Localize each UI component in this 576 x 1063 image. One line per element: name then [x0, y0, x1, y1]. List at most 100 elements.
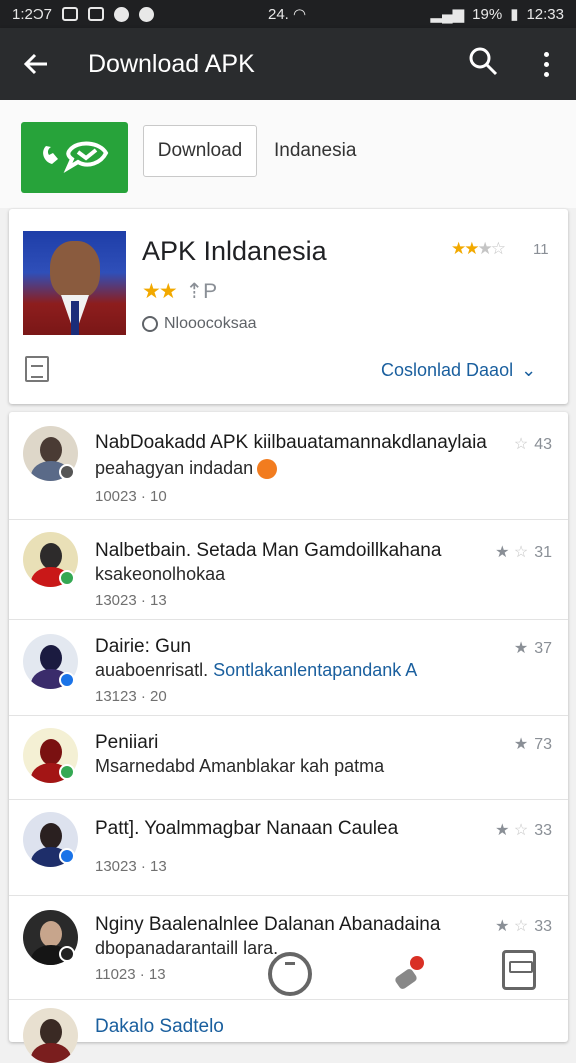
badge-icon [59, 464, 75, 480]
review-row[interactable]: Peniiari Msarnedabd Amanblakar kah patma… [9, 716, 568, 800]
battery-icon: ▮ [510, 6, 519, 23]
notification-icon [114, 6, 130, 22]
star-icon: ★ [495, 822, 510, 839]
review-date: 11023 · 13 [95, 966, 166, 983]
star-empty-icon: ★☆ [477, 239, 506, 258]
review-rating: ☆ 43 [514, 434, 552, 454]
review-subtitle-accent: Sontlakanlentapandank A [213, 660, 418, 680]
back-arrow-icon [23, 53, 47, 75]
badge-icon [59, 672, 75, 688]
app-photo [23, 231, 126, 335]
status-bar: 1:2Ɔ7 24. ◠ ▂▄▆ 19% ▮ 12:33 [0, 0, 576, 28]
rating-value: 31 [534, 544, 552, 561]
review-row[interactable]: Nalbetbain. Setada Man Gamdoillkahana ks… [9, 520, 568, 620]
review-title: Nginy Baalenalnlee Dalanan Abanadaina [95, 914, 441, 935]
app-stars: ★★ ⇡P [142, 279, 217, 304]
app-logo[interactable] [21, 122, 128, 193]
status-signal-text: 24. [268, 6, 289, 23]
camera-icon [88, 7, 105, 21]
star-empty-icon: ☆ [513, 436, 529, 453]
rating-value: 33 [534, 822, 552, 839]
clock-icon [142, 316, 158, 332]
thumbs-icon: ⇡P [185, 280, 218, 303]
chevron-down-icon: ⌄ [521, 360, 537, 380]
review-date: 10023 · 10 [95, 488, 167, 505]
rating-value: 73 [534, 736, 552, 753]
review-title: Peniiari [95, 732, 159, 753]
app-meta: Nlooocoksaa [142, 315, 257, 333]
menu-dot [543, 71, 549, 77]
menu-dot [543, 51, 549, 57]
mic-icon [393, 967, 419, 991]
review-row[interactable]: Dairie: Gun auaboenrisatl. Sontlakanlent… [9, 620, 568, 716]
review-date: 13123 · 20 [95, 688, 167, 705]
review-subtitle-text: auaboenrisatl. [95, 660, 209, 680]
review-rating: ★ ☆ 31 [495, 542, 552, 562]
status-time: 1:2Ɔ7 [12, 5, 53, 23]
top-strip: Download Indanesia [0, 100, 576, 208]
search-button[interactable] [468, 46, 504, 82]
review-rating: ★ ☆ 33 [495, 820, 552, 840]
emoji-icon [257, 459, 278, 480]
language-label[interactable]: Indanesia [274, 140, 356, 162]
status-clock: 12:33 [526, 5, 564, 23]
badge-icon [59, 946, 75, 962]
review-subtitle: ksakeonolhokaa [95, 564, 226, 584]
badge-icon [59, 570, 75, 586]
review-subtitle: auaboenrisatl. Sontlakanlentapandank A [95, 660, 417, 681]
rating-value: 37 [534, 640, 552, 657]
star-icon: ★ [495, 544, 510, 561]
review-date: 13023 · 13 [95, 858, 167, 875]
avatar-head [40, 921, 62, 947]
avatar-body [31, 1043, 71, 1063]
menu-dot [543, 61, 549, 67]
review-rating: ★ ☆ 33 [495, 916, 552, 936]
download-link-label: Coslonlad Daaol [381, 360, 514, 380]
rating-count: 11 [533, 241, 549, 258]
star-icon: ★ [513, 736, 529, 753]
gallery-icon [62, 7, 79, 21]
review-title: Nalbetbain. Setada Man Gamdoillkahana [95, 540, 442, 561]
star-icon: ★★ [451, 239, 480, 258]
wifi-icon: ◠ [293, 6, 307, 23]
review-row[interactable]: Patt]. Yoalmmagbar Nanaan Caulea 13023 ·… [9, 800, 568, 896]
review-title: Dairie: Gun [95, 636, 192, 657]
meta-text: Nlooocoksaa [164, 315, 257, 332]
app-switch-button[interactable] [502, 950, 536, 990]
review-row[interactable]: NabDoakadd APK kiilbauatamannakdlanaylai… [9, 412, 568, 520]
download-link[interactable]: Coslonlad Daaol ⌄ [381, 360, 536, 381]
avatar-head [40, 1019, 62, 1045]
review-date: 13023 · 13 [95, 592, 167, 609]
badge-icon [59, 848, 75, 864]
star-icon: ★ [495, 918, 510, 935]
star-empty-icon: ☆ [513, 822, 529, 839]
avatar-head [40, 739, 62, 765]
message-icon [139, 6, 155, 22]
star-icon: ★ [513, 640, 529, 657]
search-icon [469, 47, 498, 76]
avatar-head [40, 645, 62, 671]
star-icon: ★★ [142, 280, 178, 303]
photo-tie [71, 301, 79, 335]
review-subtitle-text: peahagyan indadan [95, 458, 254, 478]
bottom-nav [240, 940, 576, 1024]
avatar-head [40, 437, 62, 463]
overflow-menu-button[interactable] [532, 46, 560, 82]
assistant-button[interactable] [390, 952, 434, 996]
back-button[interactable] [0, 28, 72, 100]
download-chip[interactable]: Download [143, 125, 257, 177]
rating-value: 33 [534, 918, 552, 935]
review-subtitle-text: dbopanadarantaill [95, 938, 239, 958]
document-icon[interactable] [25, 356, 49, 382]
review-subtitle: Msarnedabd Amanblakar kah patma [95, 756, 385, 776]
app-name: APK Inldanesia [142, 236, 327, 266]
rating-value: 43 [534, 436, 552, 453]
app-card: APK Inldanesia ★★ ⇡P ★★★☆ 11 Nlooocoksaa… [9, 209, 568, 404]
review-rating: ★ 73 [514, 734, 552, 754]
review-title: NabDoakadd APK kiilbauatamannakdlanaylai… [95, 432, 487, 453]
review-subtitle: peahagyan indadan [95, 458, 278, 480]
cellular-icon: ▂▄▆ [430, 6, 465, 23]
review-rating: ★ 37 [514, 638, 552, 658]
home-button[interactable] [268, 952, 312, 996]
app-rating-stars: ★★★☆ [451, 239, 506, 259]
